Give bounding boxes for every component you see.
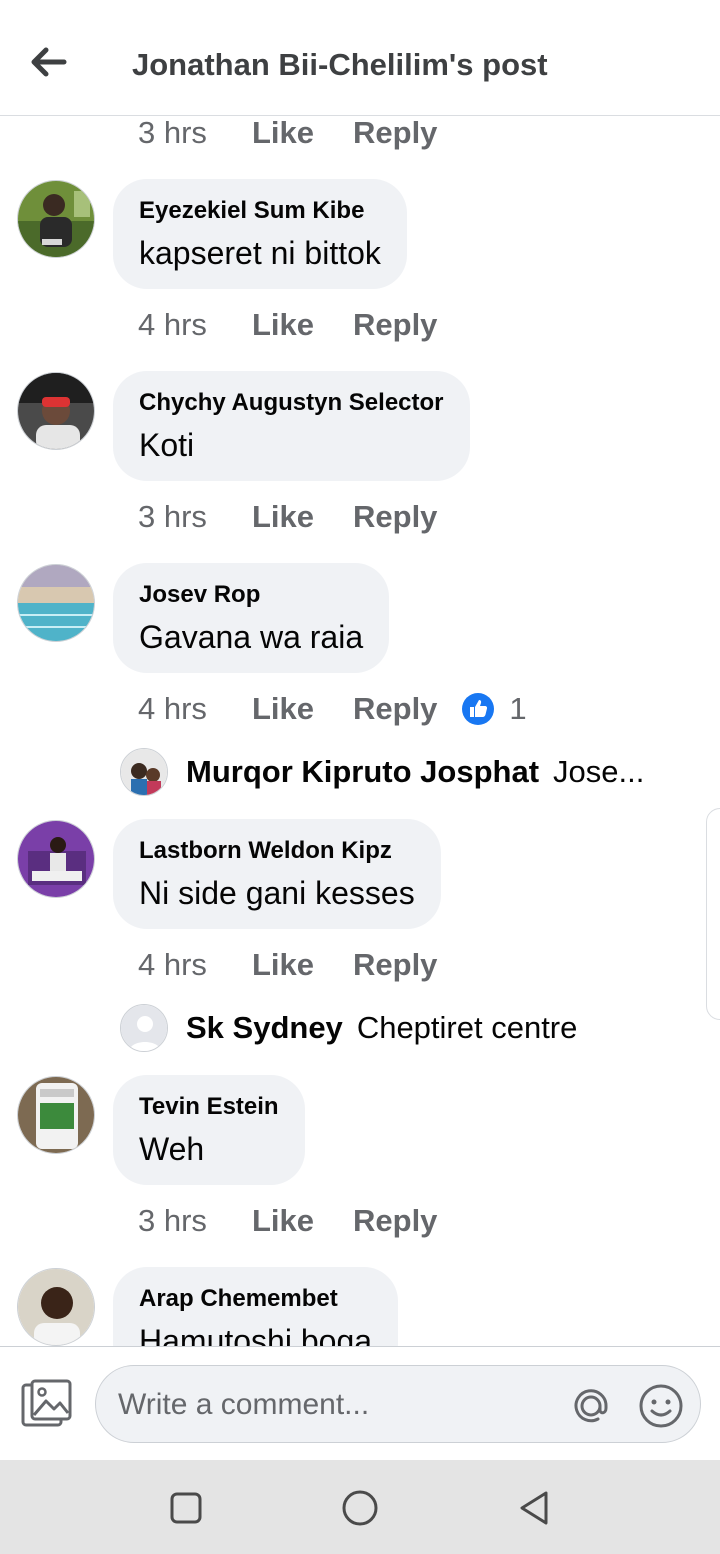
photo-button[interactable] [20, 1379, 74, 1429]
top-bar: Jonathan Bii-Chelilim's post [0, 0, 720, 116]
reply-text: Jose... [553, 754, 645, 789]
comment-actions: 3 hrs Like Reply [138, 497, 437, 537]
comment-time[interactable]: 3 hrs [138, 499, 252, 535]
system-nav-bar [0, 1460, 720, 1554]
page-title: Jonathan Bii-Chelilim's post [132, 47, 548, 82]
reply-preview[interactable]: Sk Sydney Cheptiret centre [120, 1003, 577, 1053]
comment-actions: 4 hrs Like Reply 1 [138, 689, 527, 729]
comment-bubble[interactable]: Chychy Augustyn Selector Koti [113, 371, 470, 481]
back-nav-button[interactable] [512, 1486, 556, 1530]
comment-time[interactable]: 4 hrs [138, 691, 252, 727]
comment-text: Hamutoshi boga [139, 1323, 373, 1346]
reply-author[interactable]: Sk Sydney [186, 1010, 343, 1046]
avatar[interactable] [17, 820, 95, 898]
like-button[interactable]: Like [252, 1203, 353, 1239]
avatar[interactable] [17, 1268, 95, 1346]
comment-actions: 4 hrs Like Reply [138, 945, 437, 985]
comment-actions: 3 hrs Like Reply [138, 116, 437, 153]
comment-bubble[interactable]: Josev Rop Gavana wa raia [113, 563, 390, 673]
like-button[interactable]: Like [252, 307, 353, 343]
reaction-count: 1 [509, 691, 527, 726]
side-panel-edge [706, 808, 720, 1020]
comment-text: Gavana wa raia [139, 619, 364, 655]
like-button[interactable]: Like [252, 116, 353, 151]
avatar [120, 748, 168, 796]
comment-bubble[interactable]: Eyezekiel Sum Kibe kapseret ni bittok [113, 179, 407, 289]
circle-icon [342, 1490, 378, 1526]
comment-bubble[interactable]: Tevin Estein Weh [113, 1075, 305, 1185]
comment-actions: 4 hrs Like Reply [138, 305, 437, 345]
comment-author[interactable]: Eyezekiel Sum Kibe [139, 197, 381, 225]
comment-actions: 3 hrs Like Reply [138, 1201, 437, 1241]
avatar[interactable] [17, 180, 95, 258]
reply-text: Cheptiret centre [356, 1010, 578, 1045]
recent-apps-button[interactable] [164, 1486, 208, 1530]
comment-text: Weh [139, 1131, 205, 1167]
default-avatar-icon [120, 1004, 168, 1052]
comments-feed[interactable]: 3 hrs Like Reply Eyezekiel Sum Kibe kaps… [0, 116, 720, 1346]
reply-button[interactable]: Reply [353, 116, 437, 151]
comment-author[interactable]: Josev Rop [139, 581, 363, 609]
comment-input[interactable]: Write a comment... [95, 1365, 701, 1443]
comment-author[interactable]: Lastborn Weldon Kipz [139, 837, 415, 865]
avatar[interactable] [17, 1076, 95, 1154]
comment-time[interactable]: 4 hrs [138, 947, 252, 983]
comment-time[interactable]: 3 hrs [138, 1203, 252, 1239]
comment-bubble[interactable]: Lastborn Weldon Kipz Ni side gani kesses [113, 819, 441, 929]
thumbs-up-icon [462, 693, 495, 725]
comment-text: Koti [139, 427, 195, 463]
comment-text: Ni side gani kesses [139, 875, 415, 911]
like-button[interactable]: Like [252, 499, 353, 535]
photo-icon [21, 1379, 72, 1427]
reply-button[interactable]: Reply [353, 307, 437, 343]
reply-button[interactable]: Reply [353, 1203, 437, 1239]
like-button[interactable]: Like [252, 947, 353, 983]
at-icon [574, 1389, 608, 1423]
back-button[interactable] [22, 40, 74, 84]
triangle-back-icon [520, 1491, 548, 1525]
like-button[interactable]: Like [252, 691, 353, 727]
comment-text: kapseret ni bittok [139, 235, 381, 271]
reply-preview[interactable]: Murqor Kipruto Josphat Jose... [120, 747, 644, 797]
comment-placeholder: Write a comment... [118, 1388, 370, 1421]
mention-button[interactable] [566, 1381, 616, 1431]
emoji-icon [639, 1384, 683, 1428]
avatar[interactable] [17, 564, 95, 642]
reply-button[interactable]: Reply [353, 947, 437, 983]
comment-author[interactable]: Tevin Estein [139, 1093, 279, 1121]
comment-time[interactable]: 4 hrs [138, 307, 252, 343]
square-icon [170, 1492, 202, 1524]
comment-bubble[interactable]: Arap Chemembet Hamutoshi boga [113, 1267, 399, 1346]
reply-button[interactable]: Reply [353, 499, 437, 535]
reply-button[interactable]: Reply [353, 691, 437, 727]
home-button[interactable] [338, 1486, 382, 1530]
comment-author[interactable]: Arap Chemembet [139, 1285, 372, 1313]
emoji-button[interactable] [636, 1381, 686, 1431]
comment-author[interactable]: Chychy Augustyn Selector [139, 389, 444, 417]
comment-composer: Write a comment... [0, 1346, 720, 1460]
reaction-summary[interactable]: 1 [461, 691, 527, 727]
reply-author[interactable]: Murqor Kipruto Josphat [186, 754, 539, 790]
arrow-left-icon [31, 47, 67, 77]
comment-time[interactable]: 3 hrs [138, 116, 252, 151]
avatar[interactable] [17, 372, 95, 450]
